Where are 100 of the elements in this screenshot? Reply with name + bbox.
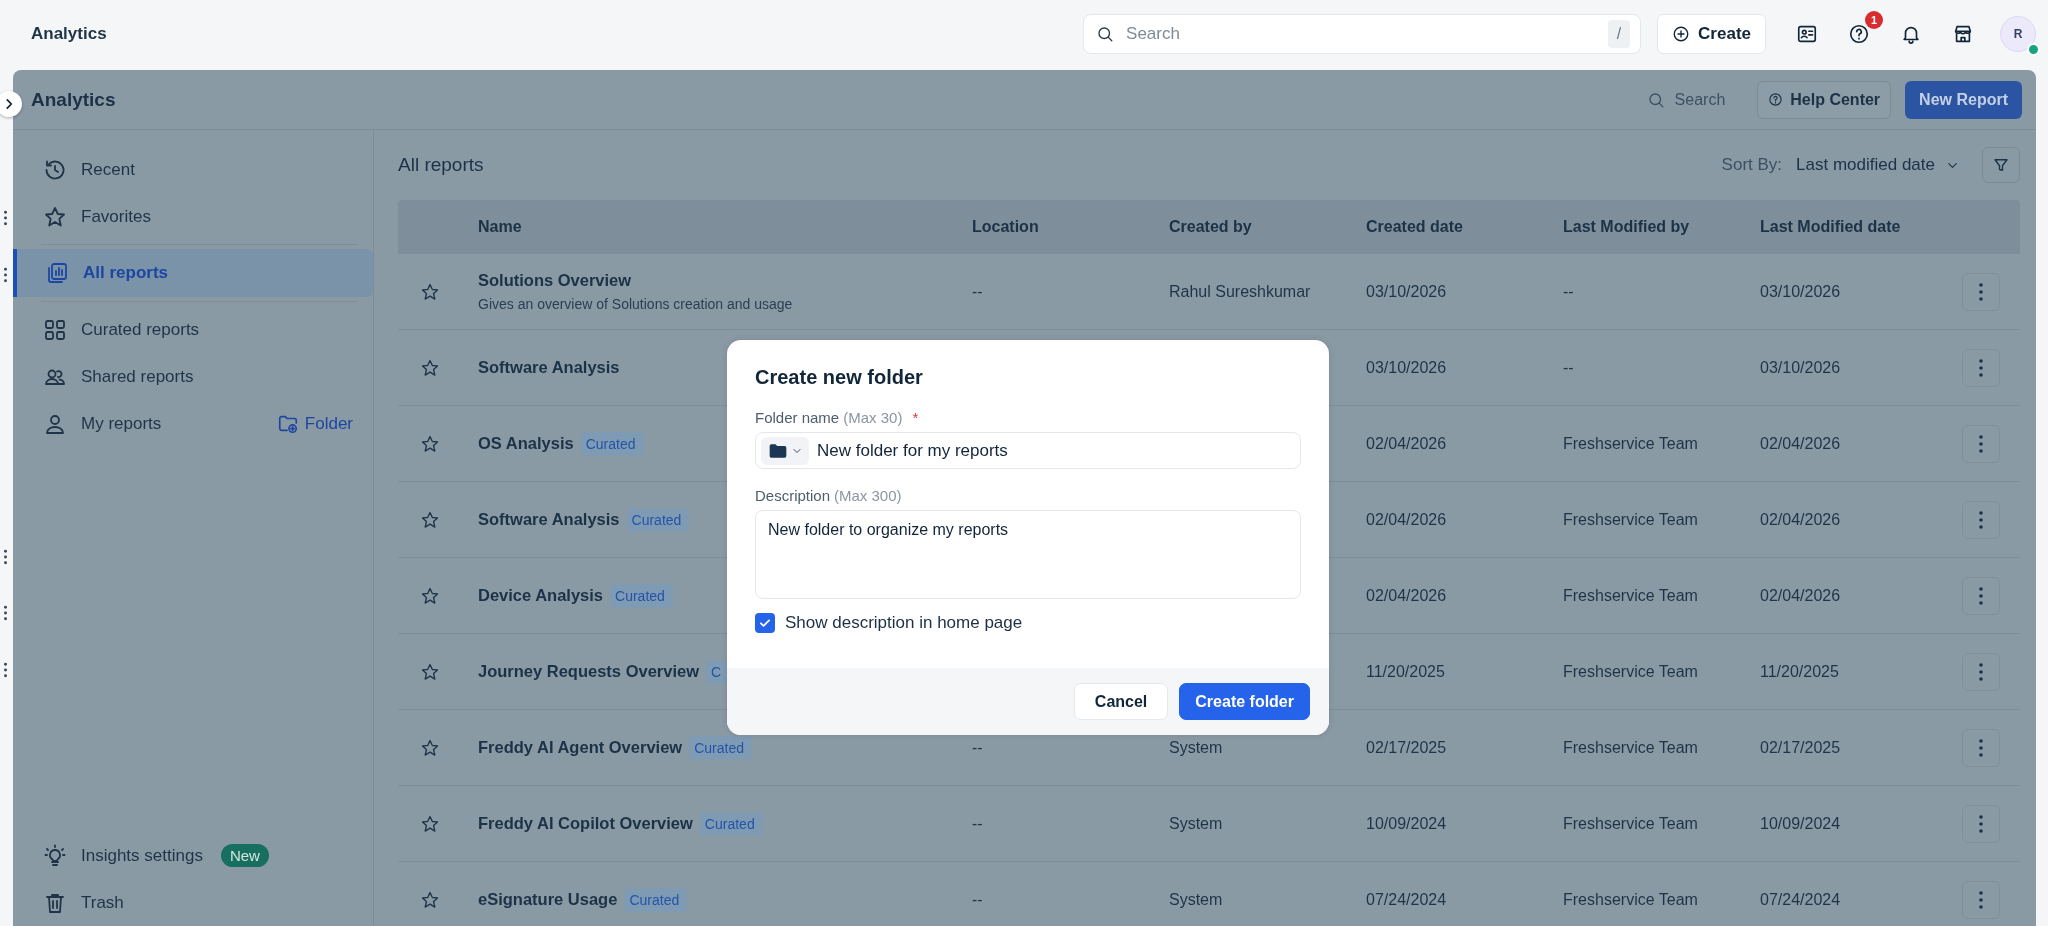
more-button[interactable] bbox=[1961, 652, 2000, 691]
drag-handle[interactable] bbox=[3, 662, 8, 678]
table-cell-text: -- bbox=[971, 814, 984, 833]
table-cell-text: 02/04/2026 bbox=[1365, 434, 1448, 453]
sidebar-item[interactable]: Curated reports bbox=[13, 306, 373, 353]
more-icon bbox=[1978, 738, 1983, 757]
notification-badge: 1 bbox=[1865, 11, 1883, 29]
search-field[interactable]: Search bbox=[1124, 23, 1599, 45]
drag-handle[interactable] bbox=[3, 267, 8, 283]
create-button[interactable]: Create bbox=[1657, 14, 1766, 54]
table-cell-text: 02/04/2026 bbox=[1759, 434, 1842, 453]
avatar[interactable]: R bbox=[2000, 16, 2036, 52]
favorite-star-icon[interactable] bbox=[420, 433, 440, 454]
required-mark: * bbox=[912, 409, 919, 426]
favorite-star-icon[interactable] bbox=[420, 661, 440, 682]
sidebar-item[interactable]: Shared reports bbox=[13, 353, 373, 400]
cancel-button[interactable]: Cancel bbox=[1073, 683, 1169, 720]
page-title: Analytics bbox=[31, 88, 116, 111]
favorite-star-icon[interactable] bbox=[420, 585, 440, 606]
table-cell-text: -- bbox=[1562, 282, 1575, 301]
report-name[interactable]: Journey Requests Overview bbox=[478, 662, 699, 681]
favorite-star-icon[interactable] bbox=[420, 357, 440, 378]
report-name[interactable]: OS Analysis bbox=[478, 434, 574, 453]
table-cell-text: 03/10/2026 bbox=[1759, 358, 1842, 377]
drag-handle[interactable] bbox=[3, 605, 8, 621]
help-icon bbox=[1848, 23, 1870, 45]
table-cell-text: 11/20/2025 bbox=[1365, 662, 1446, 681]
more-icon bbox=[1978, 434, 1983, 453]
checkbox[interactable] bbox=[755, 613, 775, 633]
create-folder-button[interactable]: Create folder bbox=[1179, 683, 1310, 720]
sort-dropdown[interactable]: Last modified date bbox=[1796, 155, 1960, 175]
filter-icon bbox=[1992, 156, 2010, 174]
drag-handle[interactable] bbox=[3, 549, 8, 565]
report-name[interactable]: Solutions Overview bbox=[478, 271, 632, 290]
sidebar-item[interactable]: All reports bbox=[13, 249, 373, 297]
more-button[interactable] bbox=[1961, 576, 2000, 615]
column-header: Created by bbox=[1168, 218, 1253, 236]
more-button[interactable] bbox=[1961, 728, 2000, 767]
expand-button[interactable] bbox=[0, 91, 22, 117]
sidebar-item[interactable]: My reports Folder bbox=[13, 400, 373, 447]
help-icon bbox=[1768, 92, 1784, 107]
shortcut-key: / bbox=[1608, 20, 1631, 48]
drag-handle[interactable] bbox=[3, 210, 8, 226]
field-label: Folder name bbox=[755, 409, 840, 426]
more-button[interactable] bbox=[1961, 880, 2000, 919]
folder-name-input[interactable]: New folder for my reports bbox=[815, 439, 1295, 462]
more-icon bbox=[1978, 358, 1983, 377]
section-title: All reports bbox=[398, 154, 484, 176]
filter-button[interactable] bbox=[1982, 147, 2020, 183]
favorite-star-icon[interactable] bbox=[420, 281, 440, 302]
help-center-button[interactable]: Help Center bbox=[1757, 80, 1892, 119]
table-cell-text: Freshservice Team bbox=[1562, 662, 1699, 681]
search-button[interactable]: Search bbox=[1646, 90, 1726, 109]
more-button[interactable] bbox=[1961, 424, 2000, 463]
table-cell-text: System bbox=[1168, 890, 1224, 909]
table-cell-text: 07/24/2024 bbox=[1759, 890, 1842, 909]
checkbox-label: Show description in home page bbox=[785, 613, 1023, 633]
sidebar-item[interactable]: Favorites bbox=[13, 193, 373, 240]
favorite-star-icon[interactable] bbox=[420, 813, 440, 834]
sidebar-item[interactable]: Insights settings New bbox=[13, 832, 373, 879]
report-name[interactable]: Freddy AI Agent Overview bbox=[478, 738, 683, 757]
more-button[interactable] bbox=[1961, 348, 2000, 387]
search-bar[interactable]: Search / bbox=[1083, 14, 1642, 54]
more-icon bbox=[1978, 662, 1983, 681]
table-cell-text: Rahul Sureshkumar bbox=[1168, 282, 1312, 301]
sidebar-item[interactable]: Trash bbox=[13, 879, 373, 926]
column-header: Location bbox=[971, 218, 1040, 236]
more-button[interactable] bbox=[1961, 804, 2000, 843]
curated-tag: Curated bbox=[626, 507, 690, 532]
table-cell-text: Freshservice Team bbox=[1562, 434, 1699, 453]
favorite-star-icon[interactable] bbox=[420, 889, 440, 910]
table-cell-text: 02/04/2026 bbox=[1365, 510, 1448, 529]
table-cell-text: -- bbox=[971, 282, 984, 301]
new-report-button[interactable]: New Report bbox=[1905, 80, 2022, 119]
lightbulb-icon bbox=[43, 843, 67, 868]
folder-name-field[interactable]: New folder for my reports bbox=[755, 432, 1301, 469]
table-cell-text: System bbox=[1168, 814, 1224, 833]
report-name[interactable]: Software Analysis bbox=[478, 510, 620, 529]
description-field[interactable]: New folder to organize my reports bbox=[755, 510, 1301, 599]
new-folder-button[interactable]: Folder bbox=[276, 412, 353, 435]
table-cell-text: -- bbox=[1562, 358, 1575, 377]
report-name[interactable]: Freddy AI Copilot Overview bbox=[478, 814, 693, 833]
sort-label: Sort By: bbox=[1721, 155, 1783, 175]
more-button[interactable] bbox=[1961, 272, 2000, 311]
more-icon bbox=[1978, 890, 1983, 909]
report-name[interactable]: eSignature Usage bbox=[478, 890, 618, 909]
grid-icon bbox=[43, 317, 67, 342]
sidebar-item[interactable]: Recent bbox=[13, 146, 373, 193]
table-cell-text: 02/17/2025 bbox=[1759, 738, 1842, 757]
more-button[interactable] bbox=[1961, 500, 2000, 539]
folder-icon-picker[interactable] bbox=[761, 436, 809, 465]
search-icon bbox=[1096, 25, 1115, 43]
report-name[interactable]: Software Analysis bbox=[478, 358, 620, 377]
table-cell-text: Freshservice Team bbox=[1562, 890, 1699, 909]
favorite-star-icon[interactable] bbox=[420, 509, 440, 530]
report-name[interactable]: Device Analysis bbox=[478, 586, 604, 605]
favorite-star-icon[interactable] bbox=[420, 737, 440, 758]
chart-icon bbox=[45, 261, 69, 285]
store-icon bbox=[1952, 23, 1974, 45]
curated-tag: Curated bbox=[624, 887, 688, 912]
